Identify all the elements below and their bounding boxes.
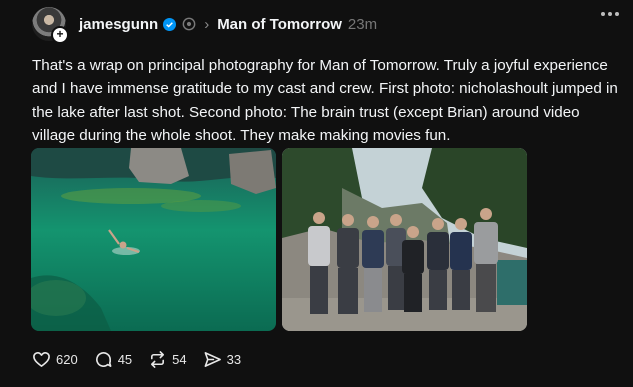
share-count: 33 — [226, 352, 242, 367]
more-icon[interactable] — [601, 12, 619, 16]
repost-icon — [151, 351, 165, 368]
share-icon — [204, 352, 221, 367]
crew-photo[interactable] — [282, 148, 527, 331]
reply-button[interactable]: 45 — [94, 350, 132, 369]
repost-count: 54 — [172, 352, 187, 367]
chevron-right-icon: › — [204, 15, 210, 33]
heart-icon — [33, 352, 50, 367]
share-button[interactable]: 33 — [203, 350, 241, 369]
reply-icon — [95, 352, 112, 367]
post-header: + jamesgunn › Man of Tomorrow 23m — [32, 6, 633, 44]
reply-count: 45 — [117, 352, 133, 367]
like-count: 620 — [56, 352, 78, 367]
feed-icon[interactable] — [182, 17, 196, 31]
action-bar: 620 45 54 33 — [32, 350, 257, 369]
username-link[interactable]: jamesgunn — [79, 16, 158, 33]
topic-link[interactable]: Man of Tomorrow — [217, 16, 342, 33]
verified-icon — [163, 17, 177, 31]
post-time: 23m — [347, 15, 378, 33]
like-button[interactable]: 620 — [32, 350, 78, 369]
avatar[interactable]: + — [32, 7, 69, 44]
post-text: That's a wrap on principal photography f… — [32, 57, 618, 145]
lake-photo[interactable] — [31, 148, 276, 331]
follow-plus-icon[interactable]: + — [51, 26, 69, 44]
repost-button[interactable]: 54 — [148, 350, 187, 369]
